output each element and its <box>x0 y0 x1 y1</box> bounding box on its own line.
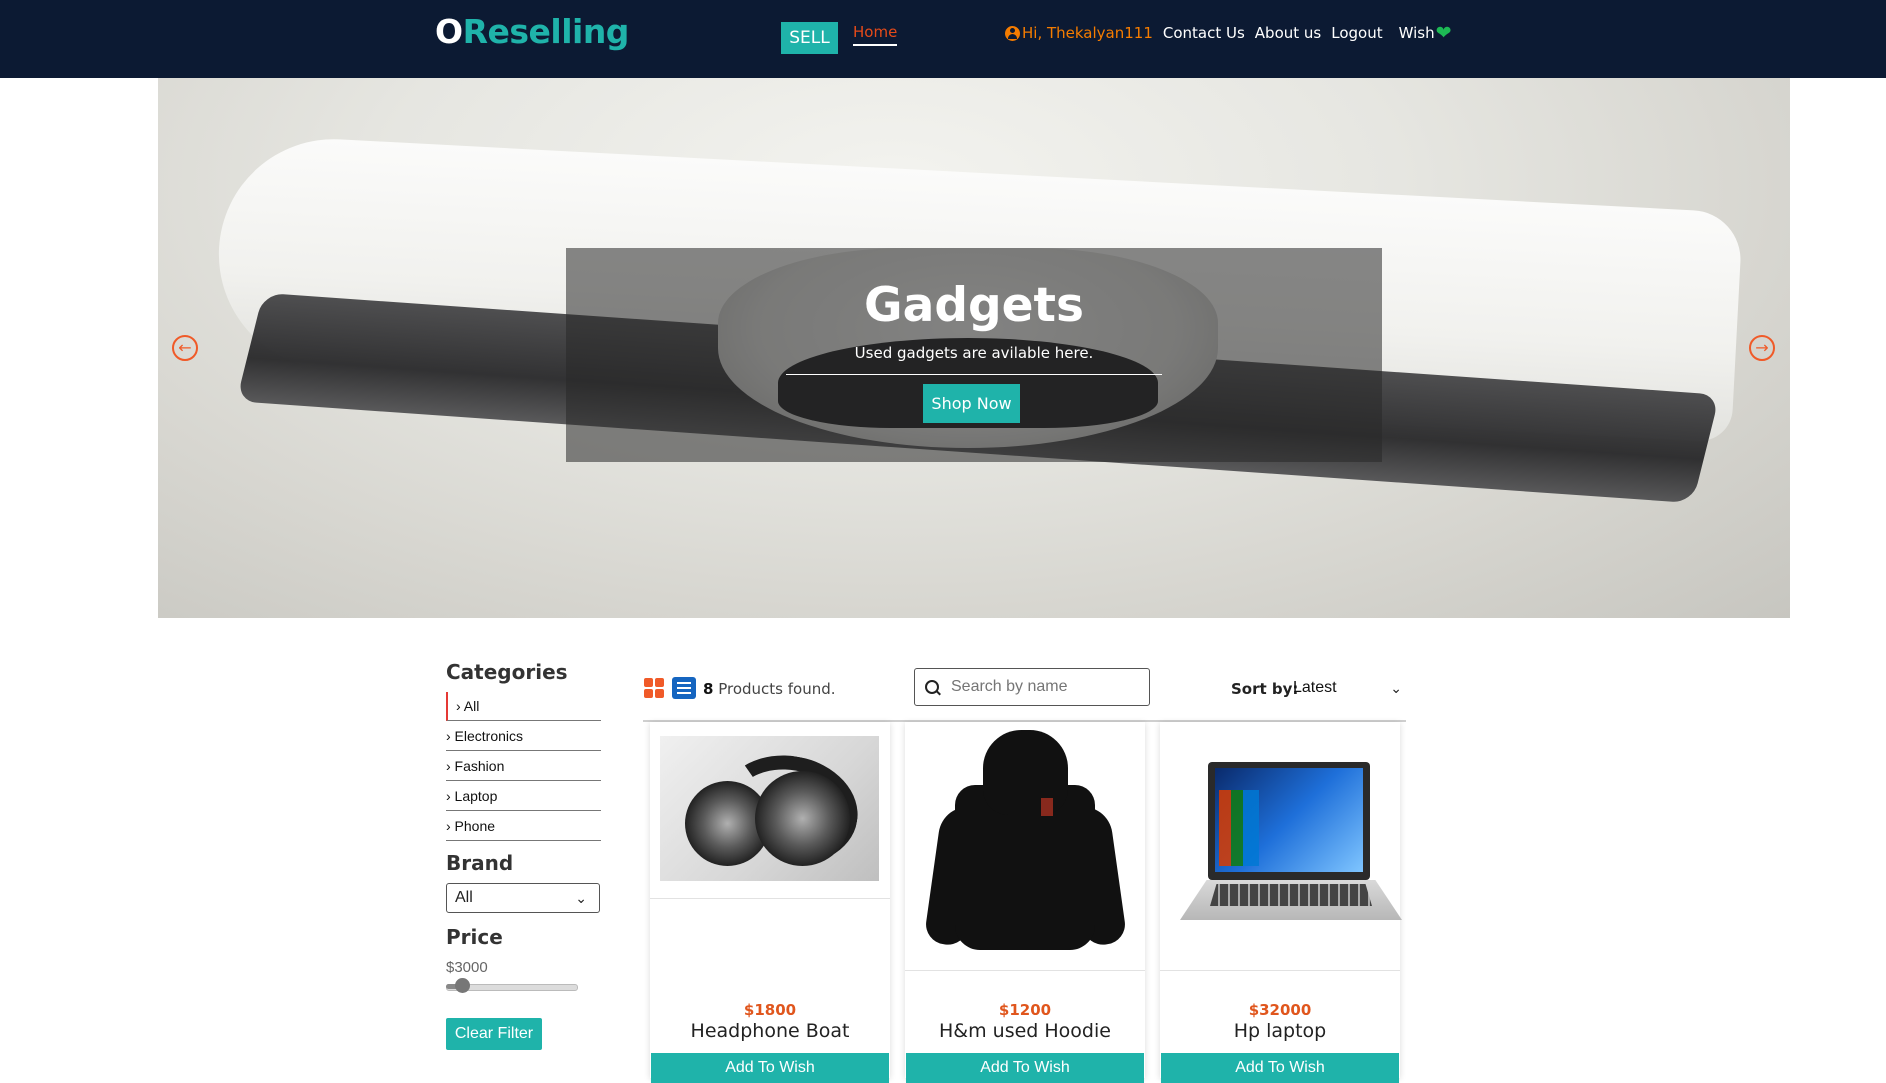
add-to-wish-button[interactable]: Add To Wish <box>1161 1053 1399 1083</box>
user-greeting-label: Hi, Thekalyan111 <box>1022 24 1153 42</box>
category-item-electronics[interactable]: › Electronics <box>446 722 601 751</box>
brand-title: Brand <box>446 851 514 875</box>
sort-label: Sort by: <box>1231 680 1299 698</box>
price-value: $3000 <box>446 959 488 976</box>
price-slider[interactable] <box>446 978 578 993</box>
nav-home-link[interactable]: Home <box>853 23 898 46</box>
grid-view-icon[interactable] <box>644 678 664 698</box>
user-greeting[interactable]: Hi, Thekalyan111 <box>1005 24 1153 42</box>
hero-subtitle: Used gadgets are avilable here. <box>854 344 1094 362</box>
search-input[interactable] <box>949 677 1133 697</box>
product-name[interactable]: Hp laptop <box>1160 1020 1400 1042</box>
product-image-hoodie <box>923 730 1128 955</box>
arrow-right-circle-icon[interactable]: → <box>1749 335 1775 361</box>
add-to-wish-button[interactable]: Add To Wish <box>651 1053 889 1083</box>
product-card[interactable]: $1800 Headphone Boat Add To Wish <box>650 722 890 1083</box>
sort-select[interactable]: Latest ⌄ <box>1293 677 1408 699</box>
list-view-icon[interactable] <box>672 677 696 699</box>
product-image-area <box>650 722 890 899</box>
brand-select-value: All <box>455 889 473 906</box>
nav-about-link[interactable]: About us <box>1255 24 1321 42</box>
products-count-label: Products found. <box>713 680 836 698</box>
top-navbar: OReselling SELL Home Hi, Thekalyan111 Co… <box>0 0 1886 78</box>
price-title: Price <box>446 925 503 949</box>
product-image-area <box>905 722 1145 971</box>
hero-title: Gadgets <box>864 278 1084 333</box>
nav-contact-link[interactable]: Contact Us <box>1163 24 1245 42</box>
hero-carousel: Gadgets Used gadgets are avilable here. … <box>158 78 1790 618</box>
price-slider-thumb[interactable] <box>455 978 470 993</box>
category-item-fashion[interactable]: › Fashion <box>446 752 601 781</box>
category-item-all[interactable]: › All <box>446 692 601 721</box>
wish-label: Wish <box>1398 24 1435 42</box>
hero-divider <box>786 374 1162 375</box>
site-logo[interactable]: OReselling <box>435 12 629 51</box>
product-name[interactable]: H&m used Hoodie <box>905 1020 1145 1042</box>
shop-now-button[interactable]: Shop Now <box>923 384 1020 423</box>
chevron-down-icon: ⌄ <box>575 889 587 906</box>
product-image-headphone <box>660 736 879 881</box>
nav-right-group: Hi, Thekalyan111 Contact Us About us Log… <box>1005 22 1452 44</box>
sell-button[interactable]: SELL <box>781 22 838 54</box>
product-name[interactable]: Headphone Boat <box>650 1020 890 1042</box>
category-list: › All › Electronics › Fashion › Laptop ›… <box>446 692 601 841</box>
add-to-wish-button[interactable]: Add To Wish <box>906 1053 1144 1083</box>
product-price: $32000 <box>1248 1001 1312 1019</box>
product-card[interactable]: $32000 Hp laptop Add To Wish <box>1160 722 1402 1083</box>
heart-icon: ❤ <box>1435 21 1452 44</box>
nav-wish-link[interactable]: Wish ❤ <box>1398 21 1452 44</box>
search-icon <box>925 680 939 694</box>
products-toolbar: 8 Products found. Sort by: Latest ⌄ <box>643 664 1406 722</box>
products-count-number: 8 <box>703 680 714 698</box>
product-image-area <box>1160 722 1402 971</box>
category-item-phone[interactable]: › Phone <box>446 812 601 841</box>
clear-filter-button[interactable]: Clear Filter <box>446 1018 542 1050</box>
user-circle-icon <box>1005 25 1020 41</box>
logo-text: Reselling <box>462 12 630 51</box>
category-item-laptop[interactable]: › Laptop <box>446 782 601 811</box>
logo-letter: O <box>435 12 463 51</box>
nav-logout-link[interactable]: Logout <box>1331 24 1382 42</box>
products-count: 8 Products found. <box>703 680 836 698</box>
brand-select[interactable]: All ⌄ <box>446 883 600 913</box>
categories-title: Categories <box>446 660 568 684</box>
hero-caption-panel: Gadgets Used gadgets are avilable here. … <box>566 248 1382 462</box>
filters-sidebar: Categories › All › Electronics › Fashion… <box>446 660 601 1050</box>
product-card[interactable]: $1200 H&m used Hoodie Add To Wish <box>905 722 1145 1083</box>
product-price: $1200 <box>998 1001 1052 1019</box>
product-image-laptop <box>1170 762 1402 932</box>
chevron-down-icon: ⌄ <box>1390 679 1402 696</box>
product-price: $1800 <box>743 1001 797 1019</box>
sort-select-value: Latest <box>1293 679 1337 696</box>
search-box[interactable] <box>914 668 1150 706</box>
arrow-left-circle-icon[interactable]: ← <box>172 335 198 361</box>
